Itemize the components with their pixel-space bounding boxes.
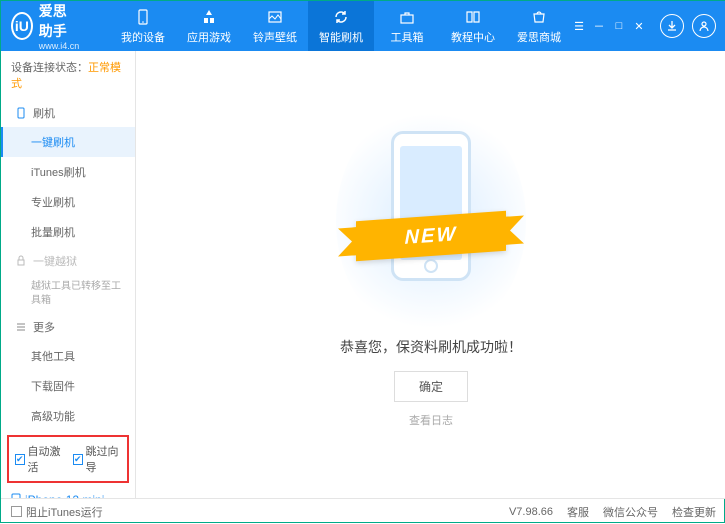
sidebar-item-advanced[interactable]: 高级功能 [1,401,135,431]
version-label: V7.98.66 [509,506,553,518]
nav-label: 应用游戏 [187,29,231,45]
nav-label: 铃声壁纸 [253,29,297,45]
download-button[interactable] [660,14,684,38]
checkbox-skip-guide[interactable]: ✔跳过向导 [73,443,121,475]
shop-icon [530,8,548,26]
sidebar-item-itunes[interactable]: iTunes刷机 [1,157,135,187]
nav-label: 智能刷机 [319,29,363,45]
top-nav: 我的设备 应用游戏 铃声壁纸 智能刷机 工具箱 教程中心 爱思商城 [110,1,572,51]
brand-name: 爱思助手 [39,1,80,41]
sidebar-section-flash[interactable]: 刷机 [1,99,135,127]
nav-label: 工具箱 [391,29,424,45]
wallpaper-icon [266,8,284,26]
sidebar-item-batch[interactable]: 批量刷机 [1,217,135,247]
nav-tutorial[interactable]: 教程中心 [440,1,506,51]
menu-icon[interactable]: ☰ [572,19,586,33]
window-controls: ☰ － □ ✕ [572,19,646,33]
nav-shop[interactable]: 爱思商城 [506,1,572,51]
footer: 阻止iTunes运行 V7.98.66 客服 微信公众号 检查更新 [1,498,725,524]
checkbox-label: 跳过向导 [86,443,121,475]
toolbox-icon [398,8,416,26]
list-icon [15,321,27,333]
checkbox-auto-activate[interactable]: ✔自动激活 [15,443,63,475]
refresh-icon [332,8,350,26]
nav-ringtone[interactable]: 铃声壁纸 [242,1,308,51]
lock-icon [15,255,27,267]
book-icon [464,8,482,26]
maximize-icon[interactable]: □ [612,19,626,33]
nav-apps[interactable]: 应用游戏 [176,1,242,51]
nav-flash[interactable]: 智能刷机 [308,1,374,51]
footer-update[interactable]: 检查更新 [672,504,716,520]
check-icon: ✔ [15,454,25,465]
minimize-icon[interactable]: － [592,19,606,33]
user-button[interactable] [692,14,716,38]
check-icon: ✔ [73,454,83,465]
sidebar-section-more[interactable]: 更多 [1,313,135,341]
nav-label: 我的设备 [121,29,165,45]
sidebar-section-jailbreak: 一键越狱 [1,247,135,275]
phone-graphic [391,131,471,281]
view-log-link[interactable]: 查看日志 [409,412,453,428]
connection-status: 设备连接状态：正常模式 [1,51,135,99]
checkbox-label: 自动激活 [28,443,63,475]
sidebar-item-oneclick[interactable]: 一键刷机 [1,127,135,157]
success-illustration: NEW [356,121,506,321]
ok-button[interactable]: 确定 [394,371,468,402]
footer-wechat[interactable]: 微信公众号 [603,504,658,520]
checkbox-label: 阻止iTunes运行 [26,504,103,520]
jailbreak-note: 越狱工具已转移至工具箱 [1,275,135,313]
brand-url: www.i4.cn [39,41,80,51]
device-info[interactable]: iPhone 12 mini 64GB Down-12mini-13,1 [1,487,135,498]
sidebar-item-other[interactable]: 其他工具 [1,341,135,371]
sidebar: 设备连接状态：正常模式 刷机 一键刷机 iTunes刷机 专业刷机 批量刷机 一… [1,51,136,498]
phone-icon [15,107,27,119]
options-highlight: ✔自动激活 ✔跳过向导 [7,435,129,483]
nav-label: 教程中心 [451,29,495,45]
device-icon [134,8,152,26]
section-label: 刷机 [33,105,55,121]
nav-toolbox[interactable]: 工具箱 [374,1,440,51]
apps-icon [200,8,218,26]
footer-service[interactable]: 客服 [567,504,589,520]
section-label: 一键越狱 [33,253,77,269]
nav-label: 爱思商城 [517,29,561,45]
checkbox-icon [11,506,22,517]
close-icon[interactable]: ✕ [632,19,646,33]
main-content: NEW 恭喜您，保资料刷机成功啦！ 确定 查看日志 [136,51,725,498]
nav-my-device[interactable]: 我的设备 [110,1,176,51]
sidebar-item-download[interactable]: 下载固件 [1,371,135,401]
section-label: 更多 [33,319,55,335]
sidebar-item-pro[interactable]: 专业刷机 [1,187,135,217]
checkbox-block-itunes[interactable]: 阻止iTunes运行 [11,504,103,520]
logo-icon: iU [11,12,33,40]
titlebar: iU 爱思助手 www.i4.cn 我的设备 应用游戏 铃声壁纸 智能刷机 工具… [1,1,725,51]
